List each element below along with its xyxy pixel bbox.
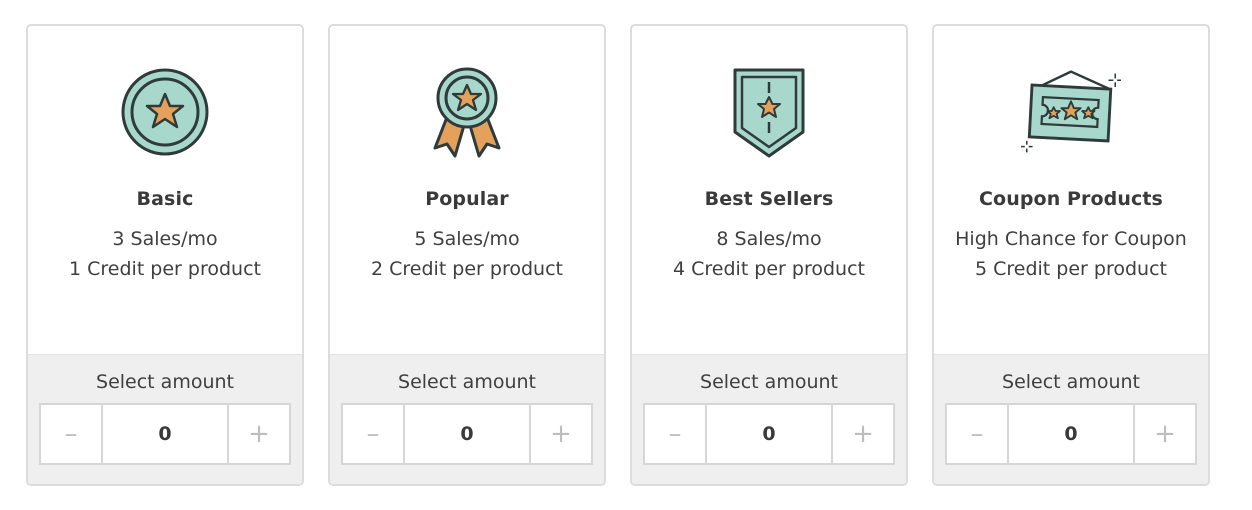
quantity-stepper: – 0 + xyxy=(643,403,895,465)
plan-description: 5 Sales/mo 2 Credit per product xyxy=(371,224,563,284)
amount-section: Select amount – 0 + xyxy=(330,354,604,484)
plan-card-info: Basic 3 Sales/mo 1 Credit per product xyxy=(28,26,302,354)
amount-section: Select amount – 0 + xyxy=(28,354,302,484)
select-amount-label: Select amount xyxy=(398,371,536,393)
amount-value[interactable]: 0 xyxy=(405,405,529,463)
quantity-stepper: – 0 + xyxy=(945,403,1197,465)
plan-card-best-sellers: Best Sellers 8 Sales/mo 4 Credit per pro… xyxy=(630,24,908,486)
amount-section: Select amount – 0 + xyxy=(934,354,1208,484)
increment-button[interactable]: + xyxy=(831,405,893,463)
decrement-button[interactable]: – xyxy=(343,405,405,463)
select-amount-label: Select amount xyxy=(96,371,234,393)
decrement-button[interactable]: – xyxy=(645,405,707,463)
plan-title: Basic xyxy=(136,188,194,210)
plan-card-info: Best Sellers 8 Sales/mo 4 Credit per pro… xyxy=(632,26,906,354)
increment-button[interactable]: + xyxy=(227,405,289,463)
amount-value[interactable]: 0 xyxy=(1009,405,1133,463)
plan-card-info: Coupon Products High Chance for Coupon 5… xyxy=(934,26,1208,354)
plan-description: High Chance for Coupon 5 Credit per prod… xyxy=(955,224,1187,284)
medal-icon xyxy=(115,62,215,162)
plan-description: 3 Sales/mo 1 Credit per product xyxy=(69,224,261,284)
plan-card-popular: Popular 5 Sales/mo 2 Credit per product … xyxy=(328,24,606,486)
plan-credit: 4 Credit per product xyxy=(673,258,865,280)
plan-title: Best Sellers xyxy=(704,188,834,210)
plan-card-coupon-products: Coupon Products High Chance for Coupon 5… xyxy=(932,24,1210,486)
amount-value[interactable]: 0 xyxy=(707,405,831,463)
amount-value[interactable]: 0 xyxy=(103,405,227,463)
decrement-button[interactable]: – xyxy=(41,405,103,463)
plan-credit: 1 Credit per product xyxy=(69,258,261,280)
increment-button[interactable]: + xyxy=(529,405,591,463)
plan-coupon-chance: High Chance for Coupon xyxy=(955,228,1187,250)
amount-section: Select amount – 0 + xyxy=(632,354,906,484)
plan-title: Coupon Products xyxy=(979,188,1163,210)
plan-card-info: Popular 5 Sales/mo 2 Credit per product xyxy=(330,26,604,354)
plan-credit: 5 Credit per product xyxy=(974,258,1167,280)
select-amount-label: Select amount xyxy=(1002,371,1140,393)
decrement-button[interactable]: – xyxy=(947,405,1009,463)
quantity-stepper: – 0 + xyxy=(341,403,593,465)
plan-title: Popular xyxy=(425,188,509,210)
coupon-sign-icon xyxy=(1021,62,1121,162)
plan-credit: 2 Credit per product xyxy=(371,258,563,280)
plan-sales: 8 Sales/mo xyxy=(716,228,822,250)
quantity-stepper: – 0 + xyxy=(39,403,291,465)
ribbon-award-icon xyxy=(417,62,517,162)
increment-button[interactable]: + xyxy=(1133,405,1195,463)
plan-description: 8 Sales/mo 4 Credit per product xyxy=(673,224,865,284)
plan-sales: 3 Sales/mo xyxy=(112,228,218,250)
shield-star-icon xyxy=(719,62,819,162)
select-amount-label: Select amount xyxy=(700,371,838,393)
plan-card-basic: Basic 3 Sales/mo 1 Credit per product Se… xyxy=(26,24,304,486)
plan-sales: 5 Sales/mo xyxy=(414,228,520,250)
plan-cards: Basic 3 Sales/mo 1 Credit per product Se… xyxy=(26,24,1210,486)
